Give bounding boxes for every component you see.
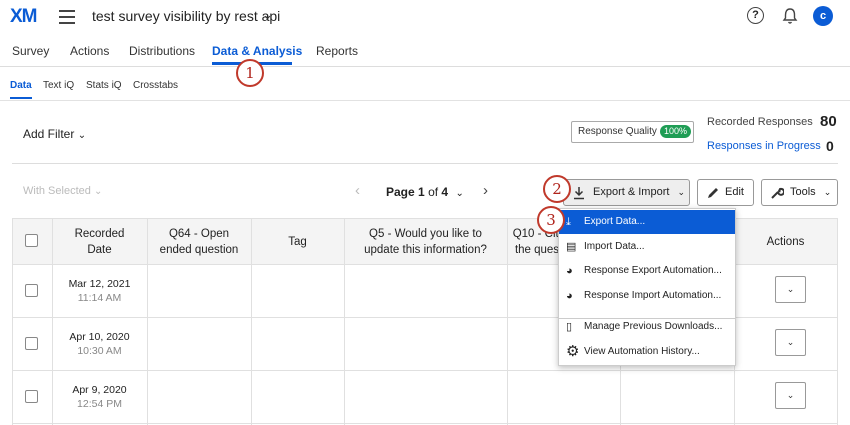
chevron-down-icon: ⌄ bbox=[455, 188, 464, 199]
tab-actions[interactable]: Actions bbox=[70, 44, 109, 58]
menu-item-label: Export Data... bbox=[584, 216, 646, 227]
header-tag[interactable]: Tag bbox=[251, 234, 344, 250]
export-import-label: Export & Import bbox=[593, 186, 670, 198]
responses-in-progress-count: 0 bbox=[826, 138, 834, 154]
responses-in-progress-link[interactable]: Responses in Progress bbox=[707, 140, 821, 152]
header-recorded-date[interactable]: Recorded Date bbox=[52, 226, 147, 258]
with-selected-dropdown[interactable]: With Selected ⌄ bbox=[23, 185, 102, 197]
tools-button[interactable]: Tools ⌄ bbox=[761, 179, 838, 206]
header-actions: Actions bbox=[766, 236, 805, 248]
row-actions-button[interactable]: ⌄ bbox=[775, 276, 806, 303]
menu-item-view-automation-history[interactable]: ⚙ View Automation History... bbox=[559, 340, 735, 364]
document-icon: ▤ bbox=[566, 241, 577, 253]
avatar[interactable]: c bbox=[813, 6, 833, 26]
row-time: 11:14 AM bbox=[77, 292, 122, 304]
recorded-responses-count: 80 bbox=[820, 113, 837, 130]
chevron-down-icon: ⌄ bbox=[823, 187, 832, 197]
recorded-responses-label: Recorded Responses bbox=[707, 116, 813, 128]
menu-item-response-export-automation[interactable]: ◕ Response Export Automation... bbox=[559, 259, 735, 283]
subtab-crosstabs[interactable]: Crosstabs bbox=[133, 80, 178, 91]
menu-item-label: Response Export Automation... bbox=[584, 265, 722, 276]
menu-item-label: Manage Previous Downloads... bbox=[584, 321, 723, 332]
edit-label: Edit bbox=[725, 186, 744, 198]
next-page-icon[interactable]: › bbox=[483, 182, 488, 199]
tab-reports[interactable]: Reports bbox=[316, 44, 358, 58]
page-prefix: Page bbox=[386, 185, 415, 199]
pencil-icon bbox=[706, 180, 720, 210]
page-current: 1 bbox=[418, 185, 425, 199]
survey-title[interactable]: test survey visibility by rest api bbox=[92, 8, 280, 24]
export-import-button[interactable]: Export & Import ⌄ bbox=[563, 179, 690, 206]
response-quality-button[interactable]: Response Quality 100% bbox=[571, 121, 694, 143]
add-filter-label: Add Filter bbox=[23, 127, 75, 141]
menu-item-export-data[interactable]: ⤓ Export Data... bbox=[559, 210, 735, 234]
with-selected-label: With Selected bbox=[23, 185, 91, 197]
select-all-checkbox[interactable] bbox=[25, 234, 38, 247]
active-subtab-indicator bbox=[10, 97, 32, 99]
tools-label: Tools bbox=[790, 186, 816, 198]
edit-button[interactable]: Edit bbox=[697, 179, 754, 206]
chevron-down-icon: ⌄ bbox=[677, 187, 686, 197]
page-of: of bbox=[428, 185, 439, 199]
menu-item-label: View Automation History... bbox=[584, 346, 700, 357]
row-actions-button[interactable]: ⌄ bbox=[775, 382, 806, 409]
menu-item-response-import-automation[interactable]: ◕ Response Import Automation... bbox=[559, 284, 735, 308]
subtab-data[interactable]: Data bbox=[10, 80, 32, 91]
download-icon bbox=[573, 180, 585, 210]
response-quality-label: Response Quality bbox=[578, 126, 657, 137]
header-q64[interactable]: Q64 - Open ended question bbox=[147, 226, 251, 258]
page-total: 4 bbox=[441, 185, 449, 199]
menu-item-label: Response Import Automation... bbox=[584, 290, 722, 301]
download-icon: ⤓ bbox=[566, 216, 571, 228]
add-filter-button[interactable]: Add Filter ⌄ bbox=[23, 127, 86, 141]
menu-item-manage-downloads[interactable]: ▯ Manage Previous Downloads... bbox=[559, 315, 735, 339]
divider bbox=[0, 100, 850, 101]
page-selector[interactable]: Page 1 of 4 ⌄ bbox=[386, 185, 464, 199]
row-date: Apr 10, 2020 bbox=[69, 331, 130, 343]
help-icon[interactable]: ? bbox=[747, 7, 764, 24]
row-date: Apr 9, 2020 bbox=[72, 384, 127, 396]
tab-data-analysis[interactable]: Data & Analysis bbox=[212, 44, 302, 58]
menu-item-import-data[interactable]: ▤ Import Data... bbox=[559, 235, 735, 259]
chevron-down-icon: ⌄ bbox=[77, 130, 87, 141]
export-import-menu: ⤓ Export Data... ▤ Import Data... ◕ Respons… bbox=[558, 208, 736, 366]
menu-item-label: Import Data... bbox=[584, 241, 645, 252]
automation-icon: ◕ bbox=[566, 265, 573, 277]
callout-step-3: 3 bbox=[537, 206, 565, 234]
row-date: Mar 12, 2021 bbox=[68, 278, 131, 290]
divider bbox=[0, 66, 850, 67]
subtab-text-iq[interactable]: Text iQ bbox=[43, 80, 74, 91]
bell-icon[interactable] bbox=[782, 7, 798, 30]
tab-survey[interactable]: Survey bbox=[12, 44, 49, 58]
automation-icon: ◕ bbox=[566, 290, 573, 302]
previous-page-icon[interactable]: ‹ bbox=[355, 182, 360, 199]
divider bbox=[12, 163, 838, 164]
subtab-stats-iq[interactable]: Stats iQ bbox=[86, 80, 122, 91]
quality-badge: 100% bbox=[659, 125, 691, 138]
hamburger-menu-icon[interactable] bbox=[59, 10, 75, 28]
xm-logo[interactable]: XM bbox=[10, 6, 37, 28]
callout-step-1: 1 bbox=[236, 59, 264, 87]
chevron-down-icon: ⌄ bbox=[93, 186, 103, 197]
gear-icon: ⚙ bbox=[566, 343, 580, 360]
file-icon: ▯ bbox=[566, 321, 573, 333]
row-time: 12:54 PM bbox=[77, 398, 122, 410]
callout-step-2: 2 bbox=[543, 175, 571, 203]
wrench-icon bbox=[770, 180, 785, 210]
chevron-down-icon[interactable]: ⌄ bbox=[262, 7, 273, 23]
header-q5[interactable]: Q5 - Would you like to update this inform… bbox=[344, 226, 507, 258]
row-time: 10:30 AM bbox=[77, 345, 122, 357]
row-actions-button[interactable]: ⌄ bbox=[775, 329, 806, 356]
tab-distributions[interactable]: Distributions bbox=[129, 44, 195, 58]
